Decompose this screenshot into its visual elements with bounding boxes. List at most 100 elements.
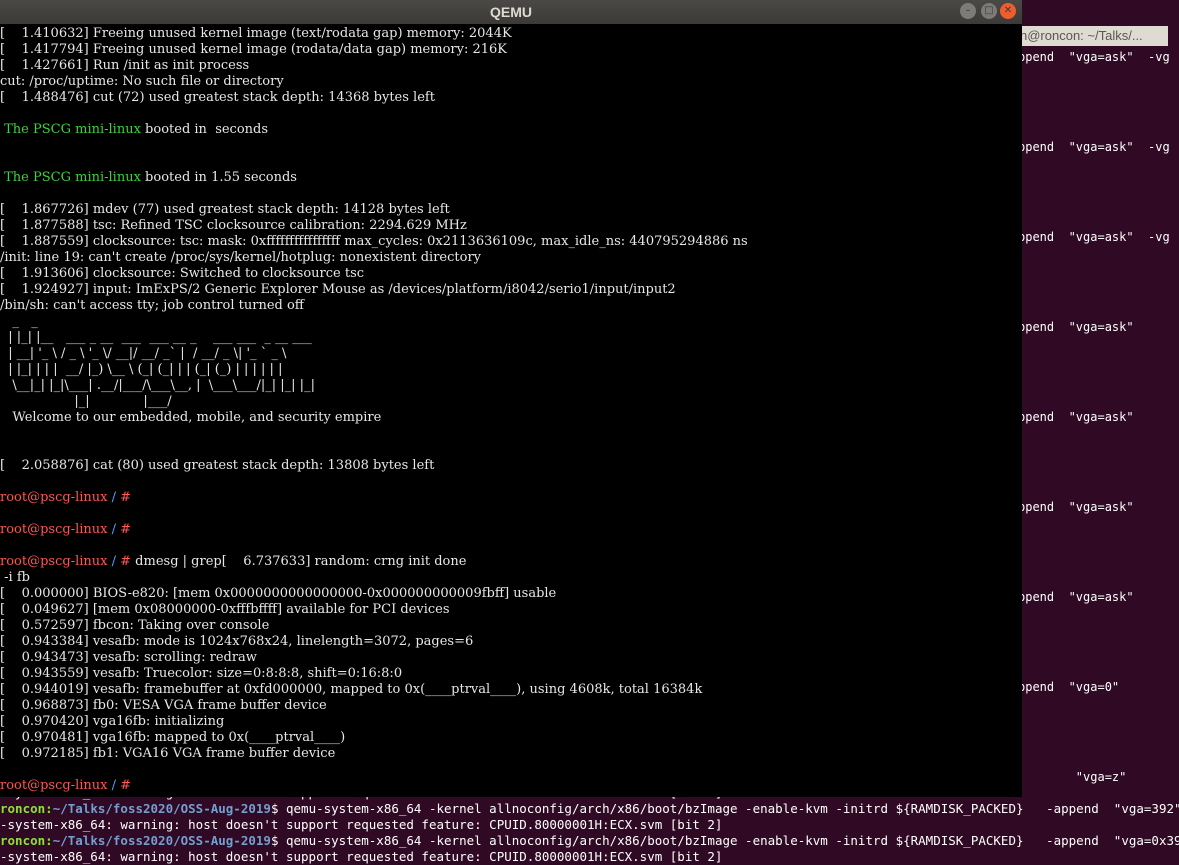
console-line: [ 1.488476] cut (72) used greatest stack… [0, 90, 435, 106]
console-text: booted in 1.55 seconds [140, 170, 297, 185]
console-text: [ 1.488476] cut (72) used greatest stack… [0, 90, 435, 105]
terminal-output-text: $ qemu-system-x86_64 -kernel allnoconfig… [270, 801, 1179, 816]
close-icon[interactable]: ✕ [1000, 3, 1016, 19]
console-line: /init: line 19: can't create /proc/sys/k… [0, 250, 481, 266]
background-terminal-line: ppend "vga=ask" [1018, 320, 1134, 334]
console-line: [ 0.000000] BIOS-e820: [mem 0x0000000000… [0, 586, 556, 602]
console-text: [ 1.924927] input: ImExPS/2 Generic Expl… [0, 282, 676, 297]
console-text: [ 1.410632] Freeing unused kernel image … [0, 26, 512, 41]
console-text: | __| '_ \ / _ \ '_ \/ __|/ __/ _` | / _… [0, 346, 287, 361]
console-text: / [107, 522, 121, 537]
console-text: [ 0.049627] [mem 0x08000000-0xfffbffff] … [0, 602, 450, 617]
maximize-icon[interactable]: □ [981, 3, 997, 19]
shell-prompt: root@pscg-linux [0, 778, 108, 793]
console-text: [ 0.944019] vesafb: framebuffer at 0xfd0… [0, 682, 703, 697]
console-line: [ 1.877588] tsc: Refined TSC clocksource… [0, 218, 467, 234]
console-line: [ 1.887559] clocksource: tsc: mask: 0xff… [0, 234, 748, 250]
prompt-path: ~/Talks/foss2020/OSS-Aug-2019 [52, 833, 271, 848]
shell-prompt: # [120, 522, 132, 537]
console-text: |_| |___/ [0, 394, 172, 409]
background-terminal-line: ppend "vga=ask" [1018, 500, 1134, 514]
background-terminal-line: ppend "vga=ask" [1018, 410, 1134, 424]
console-line: [ 2.058876] cat (80) used greatest stack… [0, 458, 434, 474]
background-terminal-line: ppend "vga=ask" [1018, 590, 1134, 604]
console-text: [ 2.058876] cat (80) used greatest stack… [0, 458, 435, 473]
shell-prompt: root@pscg-linux [0, 522, 108, 537]
background-terminal-line: ppend "vga=ask" -vg [1018, 230, 1170, 244]
shell-prompt: root@pscg-linux [0, 490, 108, 505]
console-line: root@pscg-linux / # [0, 490, 131, 506]
console-line: [ 0.049627] [mem 0x08000000-0xfffbffff] … [0, 602, 450, 618]
console-text: [ 0.943384] vesafb: mode is 1024x768x24,… [0, 634, 474, 649]
console-line: [ 0.972185] fb1: VGA16 VGA frame buffer … [0, 746, 335, 762]
console-text: [ 0.943473] vesafb: scrolling: redraw [0, 650, 257, 665]
minimize-icon[interactable]: – [960, 3, 976, 19]
shell-prompt: # [120, 778, 132, 793]
console-text: [ 0.968873] fb0: VESA VGA frame buffer d… [0, 698, 327, 713]
background-terminal-line: roncon:~/Talks/foss2020/OSS-Aug-2019$ qe… [0, 833, 1179, 849]
background-terminal-title[interactable]: n@roncon: ~/Talks/... [1018, 26, 1168, 46]
console-text: [ 1.913606] clocksource: Switched to clo… [0, 266, 365, 281]
console-line: [ 0.970481] vga16fb: mapped to 0x(____pt… [0, 730, 345, 746]
qemu-console-screen[interactable]: [ 1.410632] Freeing unused kernel image … [0, 24, 1022, 797]
console-text: [ 1.867726] mdev (77) used greatest stac… [0, 202, 450, 217]
qemu-titlebar[interactable]: QEMU – □ ✕ [0, 0, 1022, 24]
console-line: | |_| | | | __/ |_) \__ \ (_| (_| | | (_… [0, 362, 282, 378]
console-text: [ 1.877588] tsc: Refined TSC clocksource… [0, 218, 467, 233]
console-text: -i fb [0, 570, 30, 585]
console-text: [ 0.970481] vga16fb: mapped to 0x(____pt… [0, 730, 346, 745]
console-line: _ _ [0, 314, 38, 330]
background-terminal-line: roncon:~/Talks/foss2020/OSS-Aug-2019$ qe… [0, 801, 1179, 817]
shell-prompt: root@pscg-linux [0, 554, 108, 569]
console-line: [ 0.572597] fbcon: Taking over console [0, 618, 269, 634]
console-text: [ 0.943559] vesafb: Truecolor: size=0:8:… [0, 666, 403, 681]
console-line: [ 0.970420] vga16fb: initializing [0, 714, 224, 730]
console-text: [ 1.417794] Freeing unused kernel image … [0, 42, 507, 57]
console-line: [ 0.968873] fb0: VESA VGA frame buffer d… [0, 698, 327, 714]
prompt-user: roncon: [0, 801, 53, 816]
console-line: The PSCG mini-linux booted in 1.55 secon… [0, 170, 297, 186]
console-line: [ 0.943384] vesafb: mode is 1024x768x24,… [0, 634, 473, 650]
qemu-window[interactable]: QEMU – □ ✕ [ 1.410632] Freeing unused ke… [0, 0, 1022, 797]
console-line: [ 1.867726] mdev (77) used greatest stac… [0, 202, 450, 218]
terminal-output-text: -system-x86_64: warning: host doesn't su… [0, 849, 723, 864]
background-terminal-line: -system-x86_64: warning: host doesn't su… [0, 817, 722, 833]
background-terminal-line: "vga=z" [1018, 770, 1127, 784]
console-line: root@pscg-linux / # [0, 778, 131, 794]
console-line: [ 0.943473] vesafb: scrolling: redraw [0, 650, 257, 666]
console-line: [ 1.924927] input: ImExPS/2 Generic Expl… [0, 282, 676, 298]
prompt-path: ~/Talks/foss2020/OSS-Aug-2019 [52, 801, 271, 816]
console-text: [ 0.972185] fb1: VGA16 VGA frame buffer … [0, 746, 336, 761]
console-text: booted in seconds [140, 122, 269, 137]
boot-banner: The PSCG mini-linux [0, 122, 141, 137]
console-text: | |_| |__ ___ _ __ ___ ___ __ _ ___ ___ … [0, 330, 312, 345]
console-text: [ 0.970420] vga16fb: initializing [0, 714, 225, 729]
console-line: root@pscg-linux / # dmesg | grep[ 6.7376… [0, 554, 466, 570]
console-text: cut: /proc/uptime: No such file or direc… [0, 74, 284, 89]
console-text: dmesg | grep[ 6.737633] random: crng ini… [131, 554, 467, 569]
background-terminal-line: ppend "vga=ask" -vg [1018, 140, 1170, 154]
console-line: Welcome to our embedded, mobile, and sec… [0, 410, 381, 426]
background-terminal-line: ppend "vga=0" [1018, 680, 1120, 694]
prompt-user: roncon: [0, 833, 53, 848]
console-line: [ 0.943559] vesafb: Truecolor: size=0:8:… [0, 666, 402, 682]
console-line: -i fb [0, 570, 30, 586]
background-terminal-line: -system-x86_64: warning: host doesn't su… [0, 849, 722, 865]
console-line: [ 1.913606] clocksource: Switched to clo… [0, 266, 364, 282]
console-text: Welcome to our embedded, mobile, and sec… [0, 410, 382, 425]
console-line: | __| '_ \ / _ \ '_ \/ __|/ __/ _` | / _… [0, 346, 286, 362]
console-text: /init: line 19: can't create /proc/sys/k… [0, 250, 482, 265]
console-line: [ 1.410632] Freeing unused kernel image … [0, 26, 512, 42]
console-text: | |_| | | | __/ |_) \__ \ (_| (_| | | (_… [0, 362, 283, 377]
console-text: / [107, 778, 121, 793]
console-line: [ 1.427661] Run /init as init process [0, 58, 249, 74]
console-line: [ 1.417794] Freeing unused kernel image … [0, 42, 507, 58]
console-line: root@pscg-linux / # [0, 522, 131, 538]
boot-banner: The PSCG mini-linux [0, 170, 141, 185]
console-text: _ _ [0, 314, 38, 329]
console-line: \__|_| |_|\___| .__/|___/\___\__, | \___… [0, 378, 315, 394]
console-text: [ 1.427661] Run /init as init process [0, 58, 250, 73]
shell-prompt: # [120, 554, 132, 569]
console-line: | |_| |__ ___ _ __ ___ ___ __ _ ___ ___ … [0, 330, 312, 346]
console-text: / [107, 554, 121, 569]
